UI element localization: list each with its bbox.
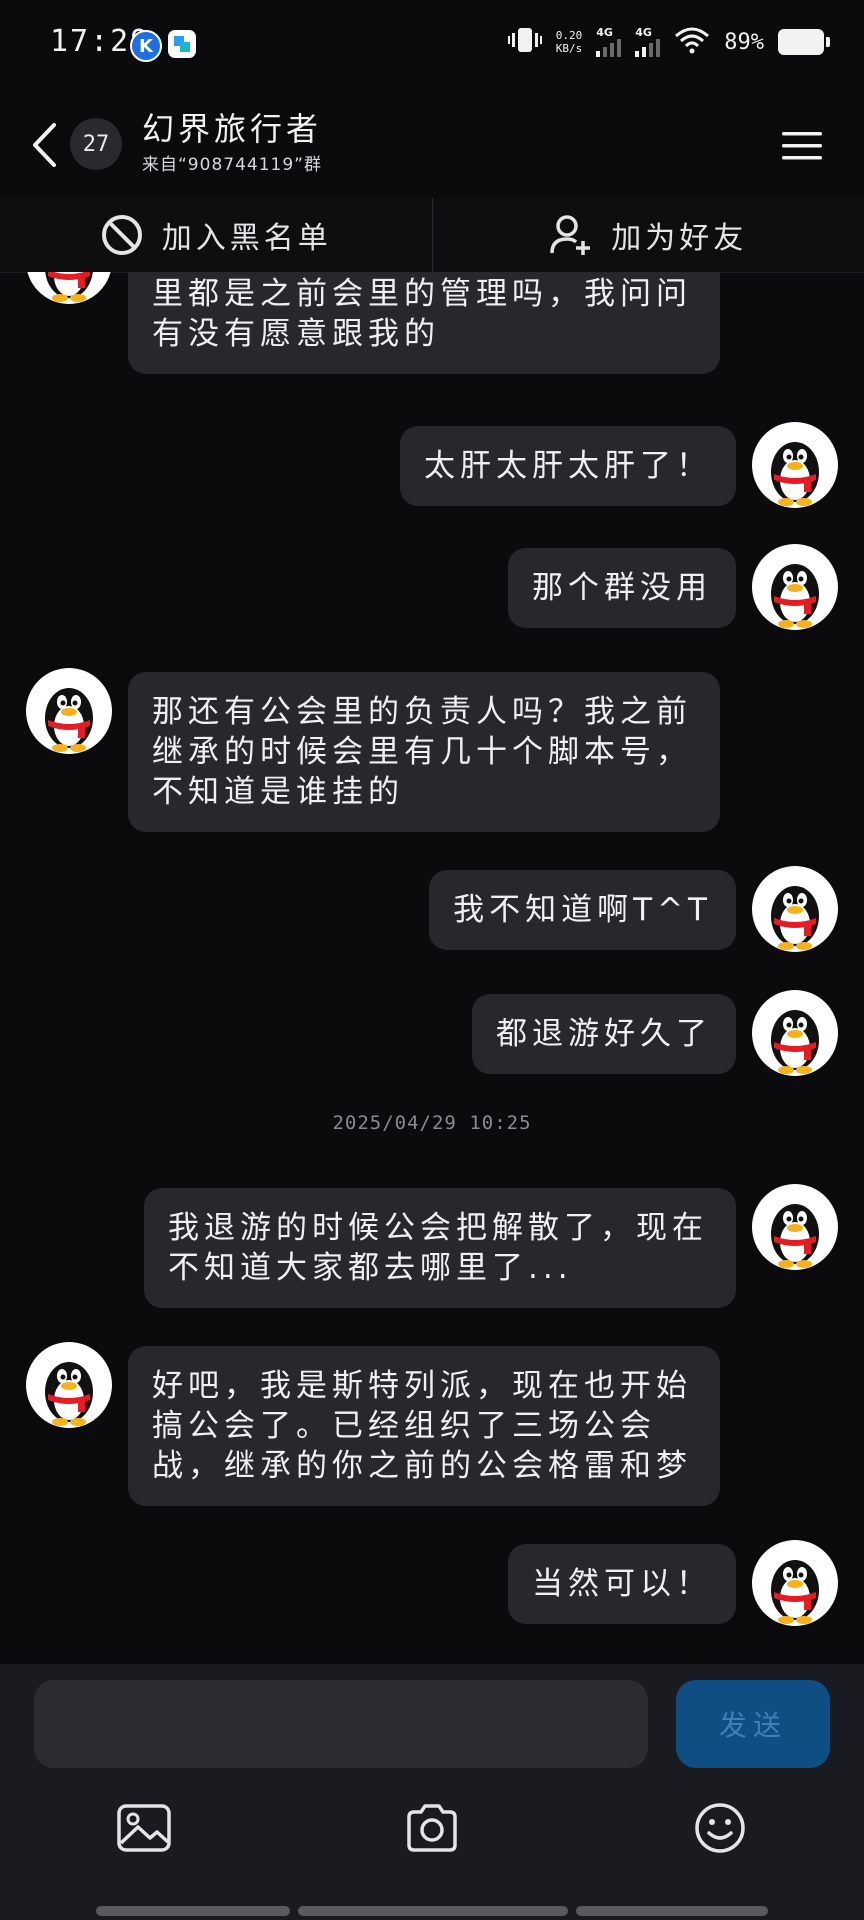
chat-header: 27 幻界旅行者 来自“908744119”群 [0,90,864,200]
battery-percent: 89% [724,29,764,55]
status-bar: 17:29 K 0.20 KB/s 4G 4G 89% [0,0,864,90]
signal-2-bars-icon [635,39,661,57]
chat-subtitle: 来自“908744119”群 [142,155,322,175]
camera-button[interactable] [402,1798,462,1858]
block-label: 加入黑名单 [161,221,332,256]
input-area: 发送 [0,1664,864,1920]
penguin-avatar-icon [771,1560,819,1624]
avatar-self[interactable] [752,866,838,952]
message-list[interactable]: 里都是之前会里的管理吗，我问问 有没有愿意跟我的 太肝太肝太肝了！ 那个群没用 … [0,272,864,1664]
battery-icon [778,29,830,55]
wifi-icon [674,26,710,58]
camera-icon [407,1804,457,1852]
message-bubble-received[interactable]: 那还有公会里的负责人吗？我之前 继承的时候会里有几十个脚本号， 不知道是谁挂的 [128,672,720,832]
message-timestamp: 2025/04/29 10:25 [332,1112,532,1134]
image-picker-button[interactable] [114,1798,174,1858]
message-input[interactable] [34,1680,648,1768]
menu-button[interactable] [780,126,824,166]
signal-2-label: 4G [635,26,652,39]
message-bubble-sent[interactable]: 我不知道啊T^T [429,870,736,950]
app-square-icon [168,30,196,58]
penguin-avatar-icon [45,688,93,752]
avatar-other[interactable] [26,272,112,304]
add-friend-icon [550,215,591,255]
avatar-self[interactable] [752,990,838,1076]
add-friend-button[interactable]: 加为好友 [433,198,864,272]
penguin-avatar-icon [771,886,819,950]
send-button[interactable]: 发送 [676,1680,830,1768]
penguin-avatar-icon [771,1010,819,1074]
signal-1-bars-icon [596,39,622,57]
penguin-avatar-icon [771,1204,819,1268]
network-speed: 0.20 KB/s [556,29,583,55]
message-bubble-sent[interactable]: 都退游好久了 [472,994,736,1074]
message-bubble-received[interactable]: 好吧，我是斯特列派，现在也开始 搞公会了。已经组织了三场公会 战，继承的你之前的… [128,1346,720,1506]
chevron-left-icon [33,123,56,167]
avatar-self[interactable] [752,422,838,508]
message-bubble-sent[interactable]: 那个群没用 [508,548,736,628]
image-icon [117,1804,171,1852]
message-bubble-sent[interactable]: 当然可以！ [508,1544,736,1624]
add-friend-label: 加为好友 [611,221,748,256]
signal-1: 4G [596,26,622,57]
signal-2: 4G [635,26,661,57]
hamburger-menu-icon [782,132,822,160]
network-speed-unit: KB/s [555,42,583,55]
signal-1-label: 4G [596,26,613,39]
avatar-self[interactable] [752,1184,838,1270]
penguin-avatar-icon [771,564,819,628]
back-button[interactable] [24,120,64,170]
unread-count-badge[interactable]: 27 [70,118,122,170]
nav-gesture-bar-right [576,1906,768,1916]
network-speed-value: 0.20 [555,29,583,42]
app-k-icon: K [130,30,162,62]
status-indicators: 0.20 KB/s 4G 4G 89% [507,26,830,58]
smiley-icon [695,1803,745,1853]
penguin-avatar-icon [45,272,93,302]
penguin-avatar-icon [771,442,819,506]
stranger-action-bar: 加入黑名单 加为好友 [0,198,864,273]
nav-gesture-bar-left [96,1906,290,1916]
avatar-self[interactable] [752,1540,838,1626]
message-bubble-received[interactable]: 里都是之前会里的管理吗，我问问 有没有愿意跟我的 [128,272,720,374]
message-bubble-sent[interactable]: 我退游的时候公会把解散了，现在 不知道大家都去哪里了... [144,1188,736,1308]
vibrate-icon [507,26,542,58]
nav-gesture-bar-center [298,1906,568,1916]
avatar-other[interactable] [26,1342,112,1428]
block-icon [101,215,142,255]
chat-title: 幻界旅行者 [142,110,323,148]
block-button[interactable]: 加入黑名单 [0,198,432,272]
avatar-other[interactable] [26,668,112,754]
message-bubble-sent[interactable]: 太肝太肝太肝了！ [400,426,736,506]
emoji-button[interactable] [690,1798,750,1858]
avatar-self[interactable] [752,544,838,630]
penguin-avatar-icon [45,1362,93,1426]
